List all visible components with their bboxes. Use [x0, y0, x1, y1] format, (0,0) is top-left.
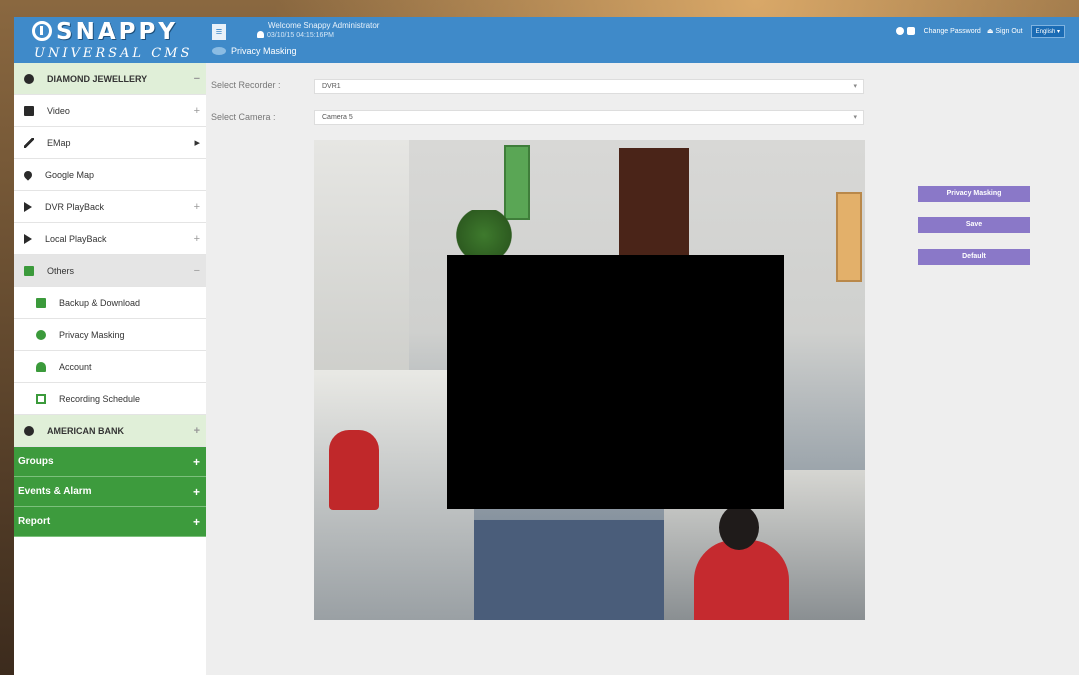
sidebar-item-label: Video — [47, 105, 70, 116]
expand-icon: + — [192, 454, 200, 469]
sign-out-icon: ⏏ — [986, 28, 996, 35]
play-icon — [24, 233, 32, 244]
logo-text: SNAPPY — [56, 19, 178, 45]
breadcrumb: Privacy Masking — [212, 46, 297, 56]
sidebar-item-label: Google Map — [45, 169, 95, 180]
main-content: Select Recorder : DVR1 ▾ Select Camera :… — [206, 63, 1079, 675]
datetime-text: 03/10/15 04:15:16PM — [267, 32, 334, 39]
sidebar-bar-report[interactable]: Report + — [14, 507, 206, 537]
sidebar-item-others[interactable]: Others − — [14, 255, 206, 287]
video-scene-floor — [474, 520, 674, 620]
video-scene-person — [694, 540, 789, 620]
bar-label: Groups — [18, 456, 54, 467]
info-icon — [24, 73, 34, 84]
language-select[interactable]: English ▾ — [1030, 24, 1065, 38]
sidebar-item-label: Backup & Download — [59, 297, 141, 308]
privacy-masking-button[interactable]: Privacy Masking — [918, 186, 1030, 202]
sidebar-item-dvr-playback[interactable]: DVR PlayBack + — [14, 191, 206, 223]
video-camera-icon — [24, 105, 34, 116]
info-icon — [24, 425, 34, 436]
sidebar-bar-groups[interactable]: Groups + — [14, 447, 206, 477]
map-pin-icon — [22, 168, 34, 181]
video-scene-person — [329, 430, 379, 510]
sidebar-item-label: Privacy Masking — [59, 329, 125, 340]
logo-subtitle: UNIVERSAL CMS — [34, 46, 193, 61]
chevron-down-icon: ▾ — [853, 114, 857, 121]
video-scene-person-head — [719, 505, 759, 550]
sidebar-item-label: Others — [47, 265, 75, 276]
menu-toggle-button[interactable]: ≡ — [212, 24, 226, 40]
camera-video-view[interactable] — [314, 140, 865, 620]
sidebar-item-local-playback[interactable]: Local PlayBack + — [14, 223, 206, 255]
gear-icon[interactable] — [895, 27, 904, 35]
recorder-label: Select Recorder : — [211, 80, 281, 90]
save-button[interactable]: Save — [918, 217, 1030, 233]
language-label: English — [1035, 28, 1056, 35]
sidebar-item-label: Local PlayBack — [45, 233, 107, 244]
sign-out-link[interactable]: ⏏ Sign Out — [986, 27, 1023, 36]
camera-label: Select Camera : — [211, 112, 276, 122]
eye-slash-icon — [36, 329, 46, 340]
download-icon — [36, 297, 46, 308]
schedule-icon — [36, 393, 46, 404]
group-label: DIAMOND JEWELLERY — [47, 73, 148, 84]
top-right-controls: Change Password ⏏ Sign Out English ▾ — [895, 23, 1065, 39]
video-scene-poster — [504, 145, 530, 220]
privacy-mask-region[interactable] — [447, 255, 784, 509]
play-icon — [24, 201, 32, 212]
camera-value: Camera 5 — [322, 114, 353, 121]
collapse-icon: − — [193, 72, 200, 85]
expand-icon: + — [192, 484, 200, 499]
recorder-select[interactable]: DVR1 ▾ — [314, 79, 864, 94]
app-window: SNAPPY UNIVERSAL CMS ≡ Welcome Snappy Ad… — [14, 17, 1079, 675]
expand-icon: + — [193, 424, 200, 437]
sidebar-group-diamond-jewellery[interactable]: DIAMOND JEWELLERY − — [14, 63, 206, 95]
default-button[interactable]: Default — [918, 249, 1030, 265]
sign-out-label: Sign Out — [995, 27, 1023, 35]
chevron-down-icon: ▾ — [853, 83, 857, 90]
recorder-value: DVR1 — [322, 83, 341, 90]
sidebar-item-account[interactable]: Account — [14, 351, 206, 383]
change-password-link[interactable]: Change Password — [924, 28, 981, 35]
logo-main: SNAPPY — [32, 19, 178, 45]
top-bar: SNAPPY UNIVERSAL CMS ≡ Welcome Snappy Ad… — [14, 17, 1079, 63]
video-scene-door — [619, 148, 689, 258]
group-label: AMERICAN BANK — [47, 425, 124, 436]
sidebar-item-recording-schedule[interactable]: Recording Schedule — [14, 383, 206, 415]
sidebar-item-label: Account — [59, 361, 92, 372]
sidebar-item-backup-download[interactable]: Backup & Download — [14, 287, 206, 319]
sidebar-item-video[interactable]: Video + — [14, 95, 206, 127]
sidebar-item-label: Recording Schedule — [59, 393, 141, 404]
expand-icon: + — [193, 232, 200, 245]
others-icon — [24, 265, 34, 276]
user-icon — [257, 31, 264, 38]
chevron-right-icon: ▸ — [194, 137, 200, 149]
sidebar-item-emap[interactable]: EMap ▸ — [14, 127, 206, 159]
logo: SNAPPY UNIVERSAL CMS — [14, 17, 206, 63]
bolt-icon — [24, 137, 34, 148]
sidebar-item-label: DVR PlayBack — [45, 201, 105, 212]
video-scene-plant — [454, 210, 514, 260]
datetime: 03/10/15 04:15:16PM — [257, 31, 334, 39]
sidebar-bar-events-alarm[interactable]: Events & Alarm + — [14, 477, 206, 507]
video-scene-poster — [836, 192, 862, 282]
sidebar-item-label: EMap — [47, 137, 71, 148]
sidebar-item-google-map[interactable]: Google Map — [14, 159, 206, 191]
user-icon — [36, 361, 46, 372]
expand-icon: + — [193, 200, 200, 213]
lock-icon — [906, 27, 915, 35]
bar-label: Report — [18, 516, 51, 527]
expand-icon: + — [192, 514, 200, 529]
eye-icon — [212, 47, 226, 55]
expand-icon: + — [193, 104, 200, 117]
sidebar: DIAMOND JEWELLERY − Video + EMap ▸ Googl… — [14, 63, 206, 675]
collapse-icon: − — [193, 264, 200, 277]
sidebar-item-privacy-masking[interactable]: Privacy Masking — [14, 319, 206, 351]
camera-select[interactable]: Camera 5 ▾ — [314, 110, 864, 125]
bar-label: Events & Alarm — [18, 486, 92, 497]
sidebar-group-american-bank[interactable]: AMERICAN BANK + — [14, 415, 206, 447]
page-title: Privacy Masking — [231, 46, 297, 56]
power-icon — [32, 21, 52, 41]
welcome-text: Welcome Snappy Administrator — [268, 21, 380, 30]
